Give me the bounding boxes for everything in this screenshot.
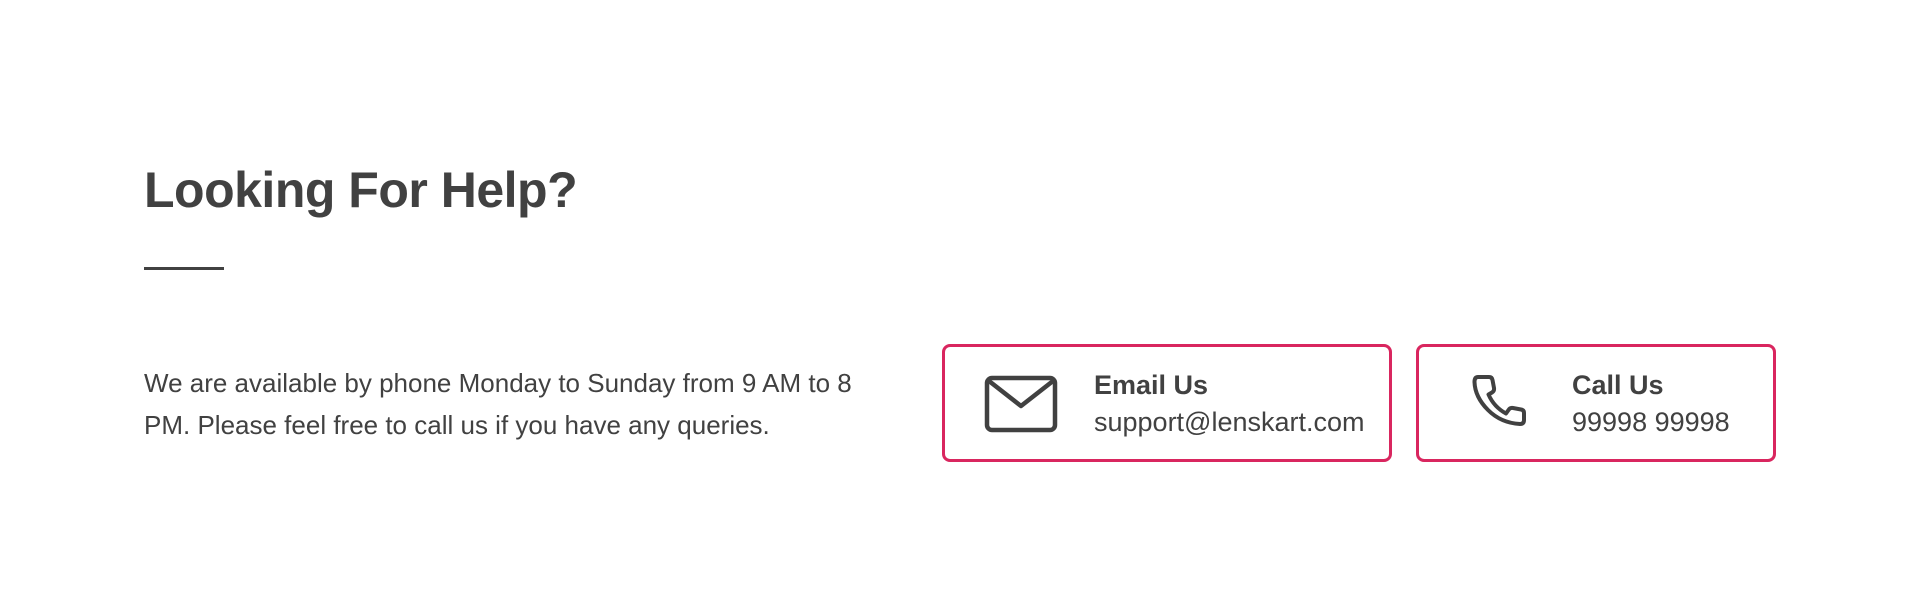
email-card-heading: Email Us — [1094, 370, 1209, 400]
help-section: Looking For Help? We are available by ph… — [0, 0, 1920, 607]
email-address-link[interactable]: support@lenskart.com — [1094, 403, 1365, 441]
phone-card-heading: Call Us — [1572, 370, 1664, 400]
title-divider — [144, 267, 224, 270]
email-us-card[interactable]: Email Us support@lenskart.com — [942, 344, 1392, 462]
phone-card-text: Call Us 99998 99998 — [1572, 367, 1730, 441]
phone-icon — [1468, 373, 1542, 435]
call-us-card[interactable]: Call Us 99998 99998 — [1416, 344, 1776, 462]
help-description: We are available by phone Monday to Sund… — [144, 368, 852, 440]
page-title: Looking For Help? — [144, 162, 578, 218]
envelope-icon — [984, 373, 1058, 435]
phone-number-link[interactable]: 99998 99998 — [1572, 403, 1730, 441]
email-card-text: Email Us support@lenskart.com — [1094, 367, 1365, 441]
